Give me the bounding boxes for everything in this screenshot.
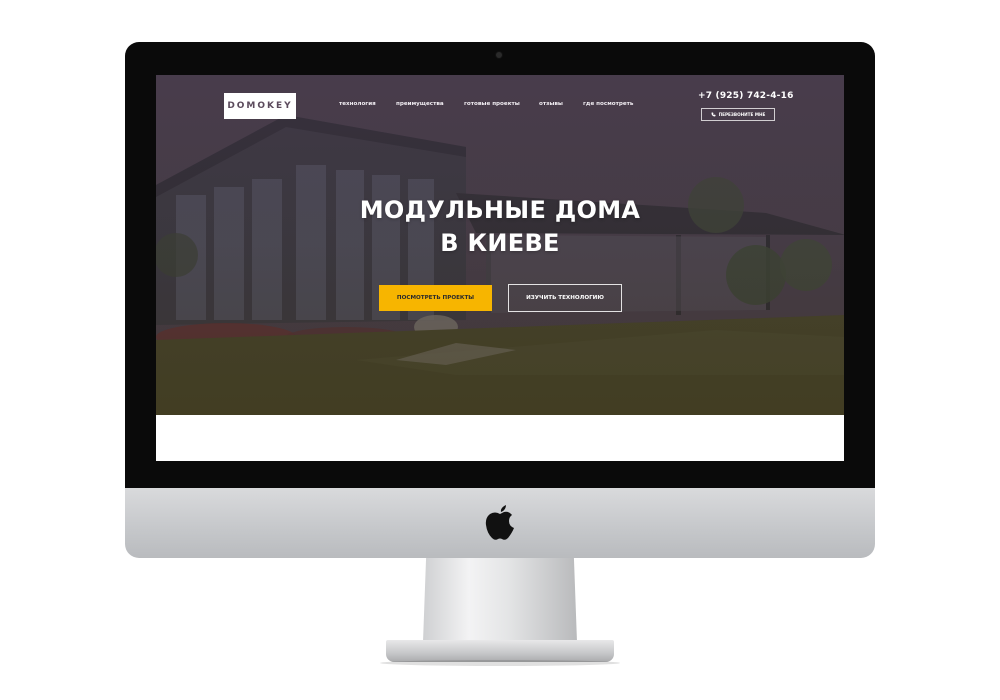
nav-item-projects[interactable]: готовые проекты bbox=[464, 101, 520, 107]
hero-section: DOMOKEY технология преимущества готовые … bbox=[156, 75, 844, 415]
nav-item-reviews[interactable]: отзывы bbox=[539, 101, 563, 107]
monitor-stand-base bbox=[386, 640, 614, 662]
monitor-stand-neck bbox=[423, 558, 577, 642]
phone-number[interactable]: +7 (925) 742-4-16 bbox=[698, 91, 794, 101]
callback-button-label: ПЕРЕЗВОНИТЕ МНЕ bbox=[718, 112, 766, 117]
stand-shadow bbox=[380, 660, 620, 666]
website-screen: DOMOKEY технология преимущества готовые … bbox=[156, 75, 844, 461]
study-technology-button[interactable]: ИЗУЧИТЬ ТЕХНОЛОГИЮ bbox=[508, 284, 622, 312]
hero-headline-line1: МОДУЛЬНЫЕ ДОМА bbox=[359, 196, 641, 224]
nav-item-technology[interactable]: технология bbox=[339, 101, 376, 107]
site-logo[interactable]: DOMOKEY bbox=[224, 93, 296, 119]
hero-headline-line2: В КИЕВЕ bbox=[440, 229, 560, 257]
apple-logo-icon bbox=[485, 505, 514, 540]
camera-icon bbox=[496, 52, 502, 58]
nav-item-advantages[interactable]: преимущества bbox=[396, 101, 444, 107]
page-content-area bbox=[156, 415, 844, 461]
view-projects-button[interactable]: ПОСМОТРЕТЬ ПРОЕКТЫ bbox=[379, 285, 492, 311]
callback-button[interactable]: ПЕРЕЗВОНИТЕ МНЕ bbox=[701, 108, 775, 121]
phone-icon bbox=[711, 112, 716, 117]
nav-item-where-to-see[interactable]: где посмотреть bbox=[583, 101, 633, 107]
